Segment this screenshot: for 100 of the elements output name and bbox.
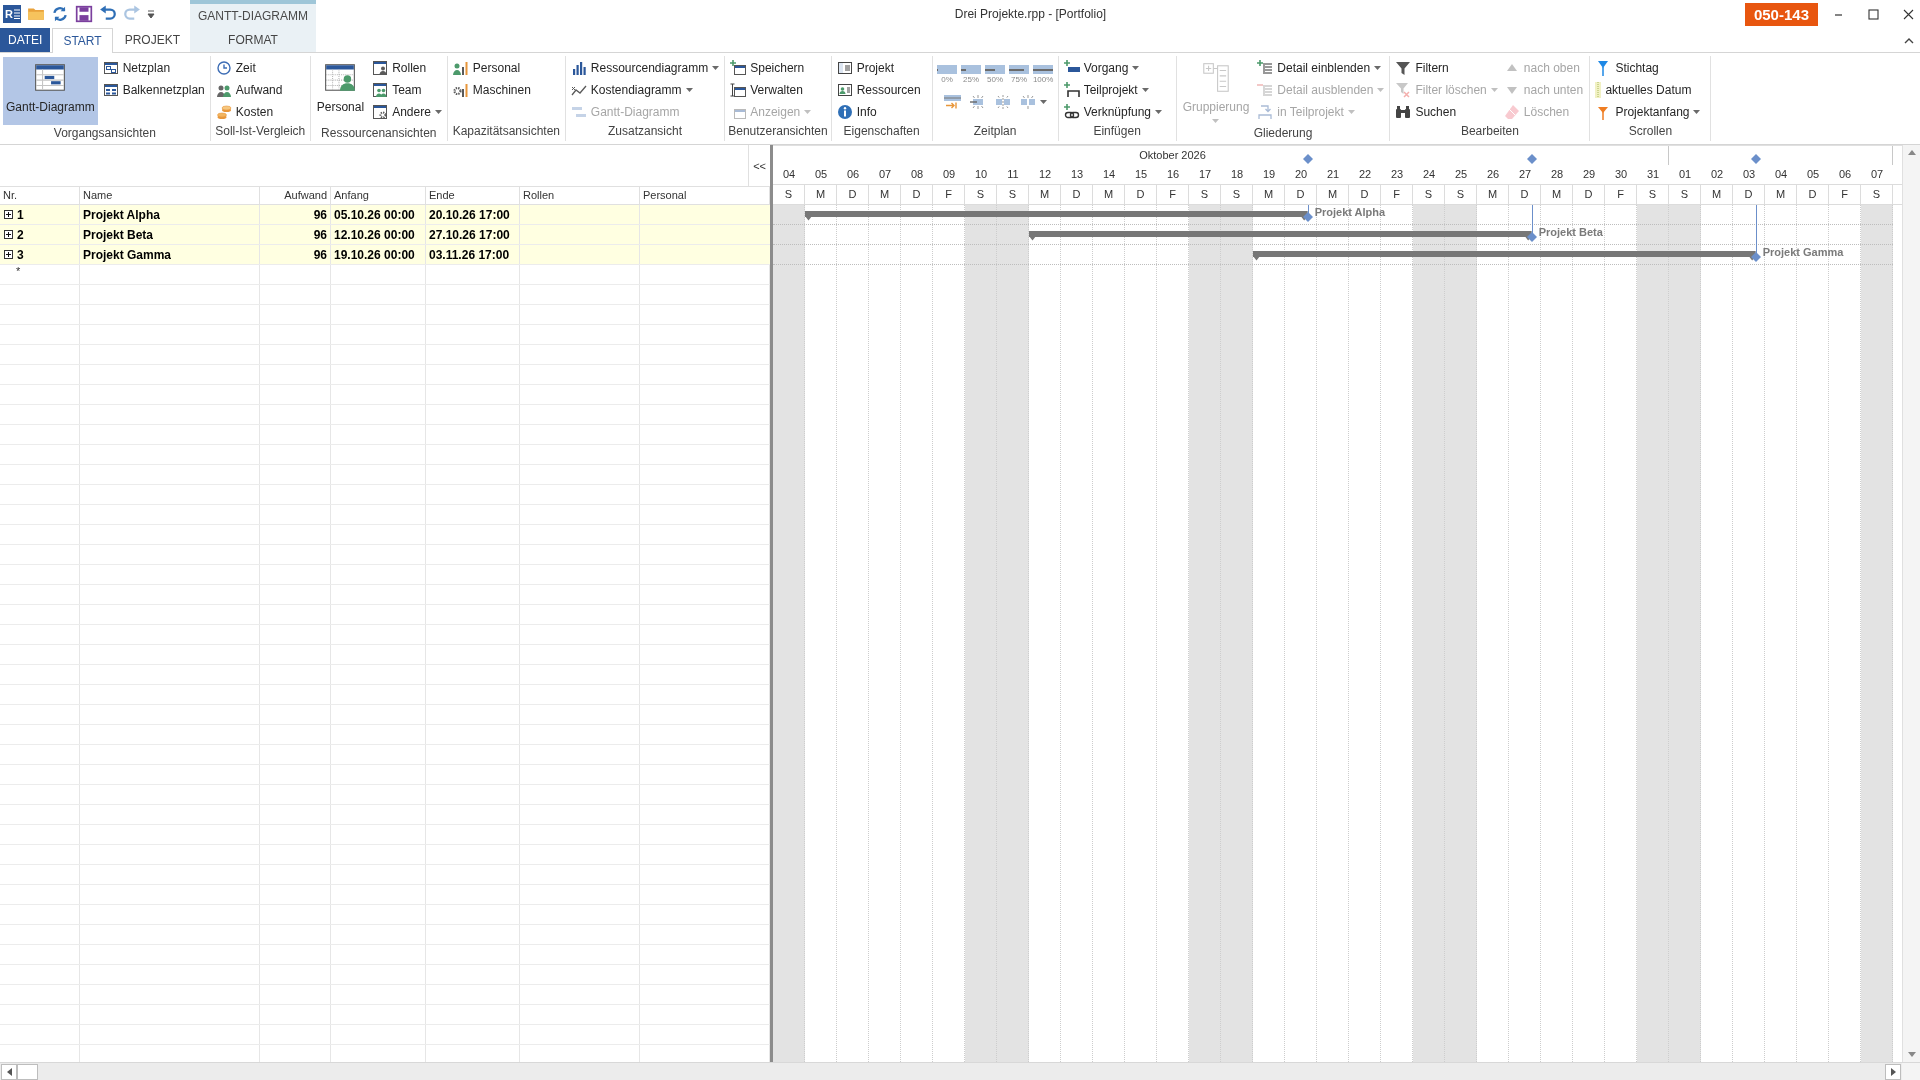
ribbon-button[interactable]: aktuelles Datum [1593, 79, 1703, 101]
weekday-label: M [1487, 187, 1498, 203]
day-number: 25 [1454, 167, 1468, 183]
day-number: 15 [1134, 167, 1148, 183]
horizontal-scrollbar[interactable] [0, 1062, 1902, 1080]
chevron-up-icon[interactable] [1904, 36, 1914, 44]
marker-line [1307, 205, 1309, 213]
vertical-scrollbar[interactable] [1902, 145, 1920, 1062]
diamond-marker-icon [1526, 154, 1537, 164]
table-cell-text: Projekt Beta [83, 226, 154, 244]
table-person-icon [372, 60, 389, 76]
ribbon-button[interactable]: Maschinen [450, 79, 533, 101]
table-row[interactable]: 1 Projekt Alpha 96 05.10.26 00:00 20.10.26 17:00 [0, 205, 770, 225]
ribbon-button[interactable]: Personal [450, 57, 533, 79]
ribbon-button[interactable]: Kosten [213, 101, 285, 123]
day-number: 09 [942, 167, 956, 183]
day-number: 07 [878, 167, 892, 183]
column-header[interactable]: Rollen [523, 187, 555, 204]
ribbon-button[interactable]: Filtern [1393, 57, 1500, 79]
ribbon-button[interactable]: Ressourcen [834, 79, 923, 101]
right-arrow-icon[interactable] [1890, 1067, 1896, 1076]
weekday-label: M [1551, 187, 1562, 203]
day-number: 17 [1198, 167, 1212, 183]
ribbon-dropdown-button[interactable]: Projektanfang [1593, 101, 1703, 123]
weekday-label: D [1584, 187, 1593, 203]
contact-card-icon [836, 82, 853, 98]
collapse-panel-button[interactable]: << [751, 158, 768, 173]
progress-button[interactable]: 25% [959, 65, 983, 85]
day-number: 28 [1550, 167, 1564, 183]
left-arrow-icon[interactable] [6, 1067, 12, 1076]
ribbon-tab[interactable]: START [52, 28, 113, 53]
weekday-label: M [1039, 187, 1050, 203]
column-header[interactable]: Name [83, 187, 113, 204]
caret-icon [1155, 110, 1162, 114]
progress-button[interactable]: 0% [935, 65, 959, 85]
ribbon-dropdown-button[interactable]: Teilprojekt [1061, 79, 1164, 101]
ribbon-button[interactable]: Team [370, 79, 444, 101]
ribbon-button[interactable]: Aufwand [213, 79, 285, 101]
ribbon-tab[interactable]: PROJEKT [114, 28, 190, 52]
day-number: 22 [1358, 167, 1372, 183]
maximize-icon[interactable] [1868, 8, 1879, 20]
day-number: 26 [1486, 167, 1500, 183]
weekday-label: F [1617, 187, 1624, 203]
eraser-icon [1503, 104, 1520, 120]
weekday-label: D [848, 187, 857, 203]
column-header[interactable]: Ende [429, 187, 455, 204]
table-cell-text: Projekt Alpha [83, 206, 160, 224]
ribbon-button[interactable]: Suchen [1393, 101, 1500, 123]
save-icon[interactable] [75, 5, 93, 23]
day-number: 13 [1070, 167, 1084, 183]
ribbon-button[interactable]: Projekt [834, 57, 923, 79]
progress-button[interactable]: 100% [1031, 65, 1055, 85]
day-number: 27 [1518, 167, 1532, 183]
ribbon-button[interactable]: Netzplan [100, 57, 207, 79]
scrollbar-thumb[interactable] [17, 1063, 38, 1080]
panel-icon [836, 60, 853, 76]
table-row[interactable]: 3 Projekt Gamma 96 19.10.26 00:00 03.11.26 17:00 [0, 245, 770, 265]
table-cell-text: 03.11.26 17:00 [429, 246, 510, 264]
ribbon-tab[interactable]: FORMAT [218, 28, 288, 52]
ribbon-dropdown-button[interactable]: Ressourcendiagramm [568, 57, 722, 79]
column-header[interactable]: Nr. [3, 187, 18, 204]
ribbon-dropdown-button[interactable]: Verknüpfung [1061, 101, 1164, 123]
ribbon-dropdown-button[interactable]: Detail einblenden [1255, 57, 1387, 79]
ribbon-button[interactable]: Speichern [728, 57, 814, 79]
expand-icon[interactable] [4, 230, 13, 239]
column-header[interactable]: Anfang [334, 187, 369, 204]
person-chart-icon [452, 60, 469, 76]
column-header[interactable]: Aufwand [284, 187, 327, 204]
table-row[interactable]: 2 Projekt Beta 96 12.10.26 00:00 27.10.26 17:00 [0, 225, 770, 245]
ribbon-button[interactable]: Balkennetzplan [100, 79, 207, 101]
ribbon-tab[interactable]: DATEI [0, 28, 51, 52]
weekday-label: D [1072, 187, 1081, 203]
coins-icon [215, 104, 232, 120]
progress-button[interactable]: 50% [983, 65, 1007, 85]
up-arrow-icon[interactable] [1907, 150, 1916, 155]
expand-icon[interactable] [4, 210, 13, 219]
ribbon-button[interactable]: Rollen [370, 57, 444, 79]
expand-icon[interactable] [4, 250, 13, 259]
down-arrow-icon[interactable] [1907, 1052, 1916, 1057]
ribbon-button[interactable]: Zeit [213, 57, 285, 79]
ribbon-button[interactable]: Stichtag [1593, 57, 1703, 79]
close-icon[interactable] [1903, 8, 1914, 20]
progress-button[interactable]: 75% [1007, 65, 1031, 85]
customize-caret-icon[interactable] [147, 9, 155, 19]
ribbon-button[interactable]: Info [834, 101, 923, 123]
refresh-icon[interactable] [51, 5, 69, 23]
day-number: 06 [1838, 167, 1852, 183]
weekday-label: F [1169, 187, 1176, 203]
weekday-label: S [1872, 187, 1881, 203]
weekday-label: D [1136, 187, 1145, 203]
caret-icon [685, 88, 693, 92]
ribbon-large-button[interactable]: Gantt-Diagramm [3, 57, 98, 125]
caret-icon [1693, 110, 1701, 114]
ribbon-dropdown-button[interactable]: Vorgang [1061, 57, 1164, 79]
ribbon-button[interactable]: Verwalten [728, 79, 814, 101]
column-header[interactable]: Personal [643, 187, 687, 204]
undo-icon[interactable] [99, 5, 117, 23]
table-cell-text: 96 [313, 226, 327, 244]
ribbon-dropdown-button[interactable]: Andere [370, 101, 444, 123]
ribbon-dropdown-button[interactable]: Kostendiagramm [568, 79, 722, 101]
